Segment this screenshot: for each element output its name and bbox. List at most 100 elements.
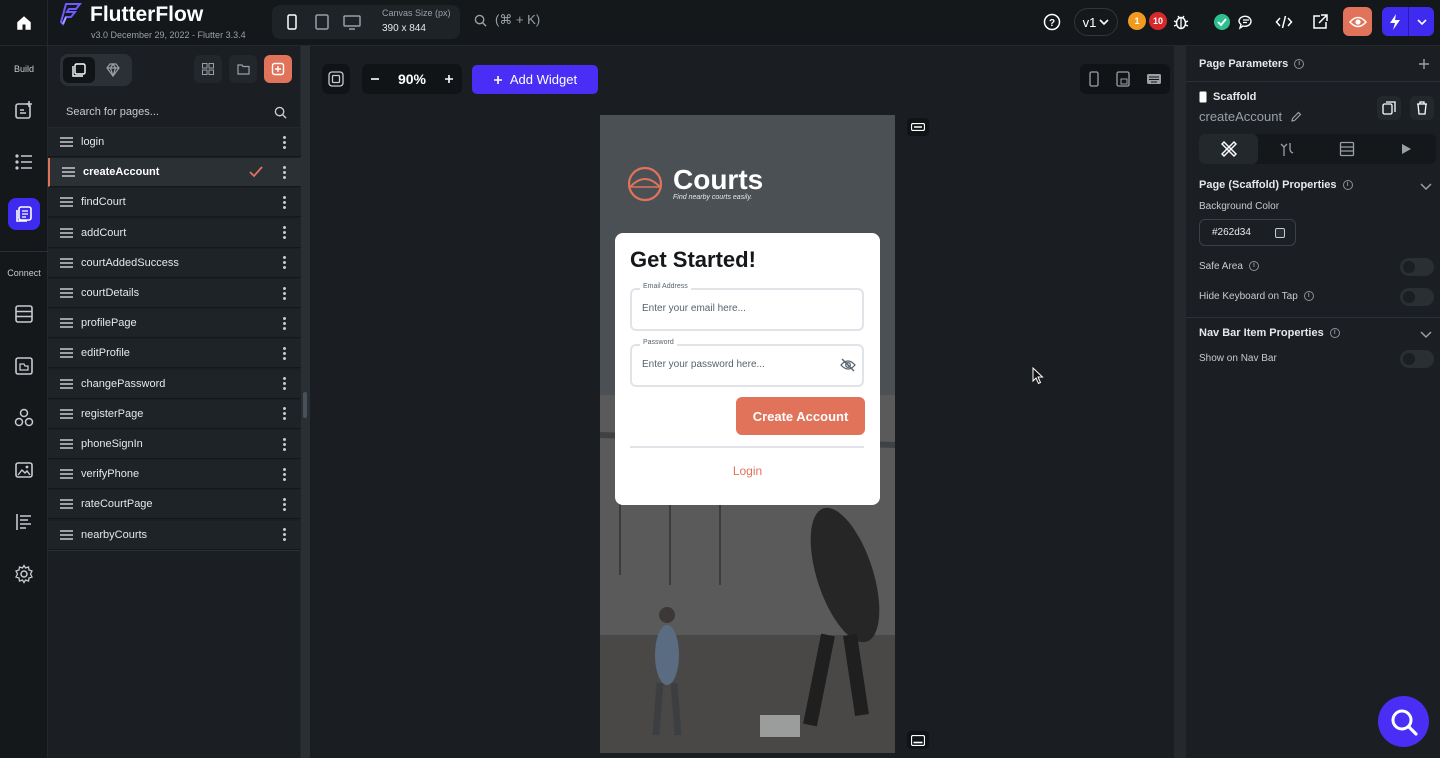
zoom-out-button[interactable] [362, 74, 388, 84]
integrations-rail-button[interactable] [8, 402, 40, 434]
status-check-button[interactable] [1210, 10, 1234, 34]
page-list-item[interactable]: addCourt [48, 218, 301, 248]
page-list-item[interactable]: courtAddedSuccess [48, 248, 301, 278]
page-search-input[interactable]: Search for pages... [48, 96, 301, 128]
firestore-rail-button[interactable] [8, 298, 40, 330]
drag-handle-icon[interactable] [60, 227, 73, 238]
password-field[interactable]: Password Enter your password here... [630, 339, 864, 387]
edit-pencil-icon[interactable] [1290, 111, 1302, 123]
new-folder-button[interactable] [229, 55, 257, 83]
page-list-item[interactable]: verifyPhone [48, 460, 301, 490]
more-options-icon[interactable] [277, 256, 291, 270]
components-tab[interactable] [97, 57, 129, 83]
drag-handle-icon[interactable] [60, 288, 73, 298]
desktop-device-icon[interactable] [342, 12, 362, 32]
more-options-icon[interactable] [277, 286, 291, 300]
more-options-icon[interactable] [277, 346, 291, 360]
custom-code-rail-button[interactable] [8, 506, 40, 538]
page-list-item[interactable]: createAccount [48, 158, 301, 188]
page-list-item[interactable]: rateCourtPage [48, 490, 301, 520]
more-options-icon[interactable] [277, 497, 291, 511]
tablet-device-icon[interactable] [312, 12, 332, 32]
more-options-icon[interactable] [277, 316, 291, 330]
drag-handle-icon[interactable] [60, 258, 73, 268]
tab-properties[interactable] [1199, 134, 1258, 164]
widget-tree-rail-button[interactable] [8, 146, 40, 178]
scaffold-properties-heading[interactable]: Page (Scaffold) Properties i [1199, 179, 1353, 191]
more-options-icon[interactable] [277, 467, 291, 481]
duplicate-button[interactable] [1377, 96, 1401, 120]
drag-handle-icon[interactable] [60, 318, 73, 328]
panel-splitter[interactable] [301, 46, 310, 758]
splitter-handle[interactable] [303, 392, 307, 418]
info-icon[interactable]: i [1342, 180, 1353, 191]
more-options-icon[interactable] [277, 377, 291, 391]
visibility-off-icon[interactable] [840, 358, 856, 372]
app-bar-toggle[interactable] [907, 118, 929, 136]
nav-bar-properties-heading[interactable]: Nav Bar Item Properties i [1199, 327, 1340, 339]
comments-button[interactable] [1234, 10, 1258, 34]
drag-handle-icon[interactable] [60, 197, 73, 208]
info-icon[interactable]: i [1294, 59, 1305, 70]
tab-backend-query[interactable] [1317, 134, 1376, 164]
info-icon[interactable]: i [1329, 328, 1340, 339]
more-options-icon[interactable] [277, 226, 291, 240]
info-icon[interactable]: i [1303, 291, 1314, 302]
zoom-in-button[interactable] [436, 74, 462, 84]
chevron-down-icon[interactable] [1420, 181, 1432, 191]
tab-animations[interactable] [1376, 134, 1435, 164]
page-list-item[interactable]: phoneSignIn [48, 430, 301, 459]
chevron-down-icon[interactable] [1409, 7, 1434, 36]
home-button[interactable] [0, 0, 48, 46]
phone-preview[interactable]: Courts Find nearby courts easily. Get St… [600, 115, 895, 753]
more-options-icon[interactable] [277, 437, 291, 451]
phone-preview-icon[interactable] [1088, 71, 1100, 87]
hide-keyboard-toggle[interactable] [1400, 288, 1434, 306]
page-list-item[interactable]: editProfile [48, 339, 301, 369]
version-selector[interactable]: v1 [1074, 8, 1118, 36]
debug-button[interactable] [1169, 10, 1193, 34]
more-options-icon[interactable] [277, 165, 291, 179]
phone-device-icon[interactable] [282, 12, 302, 32]
add-page-button[interactable] [264, 55, 292, 83]
properties-splitter[interactable] [1174, 46, 1185, 758]
page-list-item[interactable]: profilePage [48, 309, 301, 339]
add-parameter-icon[interactable] [1418, 58, 1430, 70]
drag-handle-icon[interactable] [60, 348, 73, 359]
pages-tab[interactable] [63, 57, 95, 83]
grid-view-button[interactable] [194, 55, 222, 83]
chevron-down-icon[interactable] [1420, 329, 1432, 339]
drag-handle-icon[interactable] [60, 529, 73, 540]
page-list-item[interactable]: findCourt [48, 188, 301, 218]
command-search[interactable]: (⌘ + K) [474, 12, 540, 28]
settings-rail-button[interactable] [8, 558, 40, 590]
more-options-icon[interactable] [277, 135, 291, 149]
delete-button[interactable] [1410, 96, 1434, 120]
help-button[interactable]: ? [1040, 10, 1064, 34]
tab-actions[interactable] [1258, 134, 1317, 164]
page-list-item[interactable]: courtDetails [48, 279, 301, 308]
help-search-fab[interactable] [1378, 696, 1429, 747]
test-mode-button[interactable] [1382, 7, 1434, 36]
safe-area-toggle[interactable] [1400, 258, 1434, 276]
more-options-icon[interactable] [277, 407, 291, 421]
bg-color-picker[interactable]: #262d34 [1199, 219, 1296, 246]
canvas-size-value[interactable]: 390 x 844 [382, 23, 426, 34]
error-count-badge[interactable]: 10 [1149, 12, 1167, 30]
drag-handle-icon[interactable] [62, 167, 75, 177]
info-icon[interactable]: i [1248, 261, 1259, 272]
preview-button[interactable] [1343, 7, 1372, 36]
more-options-icon[interactable] [277, 195, 291, 209]
drag-handle-icon[interactable] [60, 137, 73, 147]
create-account-button[interactable]: Create Account [736, 397, 865, 435]
more-options-icon[interactable] [277, 528, 291, 542]
login-link[interactable]: Login [615, 464, 880, 478]
drag-handle-icon[interactable] [60, 409, 73, 419]
page-list-item[interactable]: login [48, 128, 301, 157]
drag-handle-icon[interactable] [60, 378, 73, 389]
nav-bar-toggle[interactable] [907, 731, 929, 749]
drag-handle-icon[interactable] [60, 499, 73, 510]
email-field[interactable]: Email Address Enter your email here... [630, 283, 864, 331]
drag-handle-icon[interactable] [60, 469, 73, 479]
drag-handle-icon[interactable] [60, 439, 73, 449]
